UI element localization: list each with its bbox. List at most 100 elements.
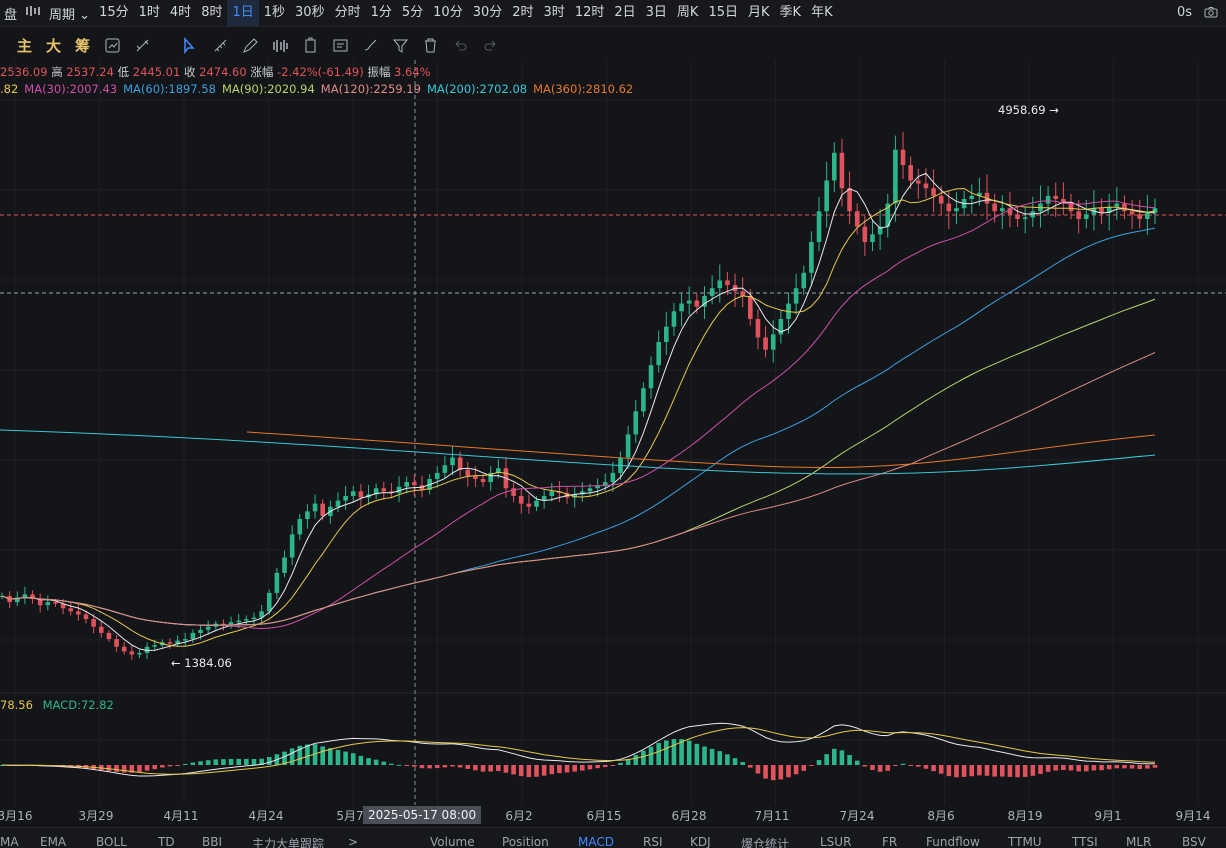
select-cursor-icon[interactable] xyxy=(177,32,203,58)
candle-body xyxy=(816,211,822,243)
macd-bar xyxy=(1114,765,1120,769)
price-chart[interactable] xyxy=(0,60,1226,805)
timeframe-16[interactable]: 3日 xyxy=(641,0,672,26)
timeframe-9[interactable]: 5分 xyxy=(397,0,428,26)
crosshair-time-label: 2025-05-17 08:00 xyxy=(363,806,482,824)
indicator-tab[interactable]: > xyxy=(348,835,358,848)
timeframe-1[interactable]: 1时 xyxy=(134,0,165,26)
macd-bar xyxy=(480,765,486,772)
candle-body xyxy=(152,645,158,647)
indicator-settings-icon[interactable] xyxy=(129,32,155,58)
indicator-tab[interactable]: BSV xyxy=(1182,835,1206,848)
main-indicator-button[interactable]: 主 xyxy=(10,35,39,56)
indicator-tab[interactable]: 主力大单跟踪 xyxy=(252,835,324,848)
timeframe-11[interactable]: 30分 xyxy=(468,0,508,26)
timeframe-15[interactable]: 2日 xyxy=(609,0,640,26)
candle-body xyxy=(312,503,318,512)
macd-bar xyxy=(770,765,776,781)
macd-bar xyxy=(473,765,478,771)
candle-body xyxy=(740,291,745,296)
ma-line-5 xyxy=(1,172,1156,652)
big-order-button[interactable]: 大 xyxy=(39,35,68,56)
timeframe-21[interactable]: 年K xyxy=(806,0,838,26)
measure-icon[interactable] xyxy=(297,32,323,58)
chips-button[interactable]: 筹 xyxy=(68,35,97,56)
candle-body xyxy=(1129,211,1135,215)
indicator-tab[interactable]: KDJ xyxy=(690,835,711,848)
timeframe-5[interactable]: 1秒 xyxy=(259,0,290,26)
undo-icon[interactable] xyxy=(447,32,473,58)
macd-bar xyxy=(893,765,898,766)
timeframe-8[interactable]: 1分 xyxy=(366,0,397,26)
macd-bar xyxy=(801,765,807,771)
pen-icon[interactable] xyxy=(237,32,263,58)
indicator-tab[interactable]: EMA xyxy=(40,835,66,848)
candle-body xyxy=(602,482,608,486)
candle-body xyxy=(641,388,646,412)
indicator-tab[interactable]: TTSI xyxy=(1072,835,1098,848)
indicator-tab[interactable]: BOLL xyxy=(96,835,127,848)
compare-icon[interactable] xyxy=(99,32,125,58)
indicator-tab[interactable]: Fundflow xyxy=(926,835,980,848)
brush-icon[interactable] xyxy=(357,32,383,58)
macd-bar xyxy=(465,765,471,769)
indicator-tab[interactable]: MACD xyxy=(578,835,614,848)
trash-icon[interactable] xyxy=(417,32,443,58)
candle-body xyxy=(824,180,829,212)
macd-bar xyxy=(809,765,814,766)
candle-body xyxy=(587,488,593,492)
macd-bar xyxy=(198,761,203,765)
timeframe-2[interactable]: 4时 xyxy=(165,0,196,26)
candle-body xyxy=(679,303,684,312)
indicator-tab[interactable]: BBI xyxy=(202,835,222,848)
ruler-icon[interactable] xyxy=(207,32,233,58)
indicator-tab[interactable]: 爆仓统计 xyxy=(741,835,789,848)
indicator-tab[interactable]: MA xyxy=(0,835,19,848)
macd-bar xyxy=(518,765,524,777)
candle-body xyxy=(770,334,776,350)
timeframe-0[interactable]: 15分 xyxy=(94,0,134,26)
x-tick-label: 6月15 xyxy=(586,809,622,823)
timeframe-17[interactable]: 周K xyxy=(672,0,704,26)
timeframe-18[interactable]: 15日 xyxy=(703,0,743,26)
x-tick-label: 3月29 xyxy=(78,809,114,823)
timeframe-20[interactable]: 季K xyxy=(775,0,807,26)
candle-style-icon[interactable] xyxy=(21,5,45,21)
candle-body xyxy=(656,342,661,366)
ma-line-10 xyxy=(1,187,1156,647)
timeframe-12[interactable]: 2时 xyxy=(507,0,538,26)
indicator-tab[interactable]: TD xyxy=(158,835,175,848)
timeframe-10[interactable]: 10分 xyxy=(428,0,468,26)
period-dropdown[interactable]: 周期 ⌄ xyxy=(45,4,94,23)
indicator-tab[interactable]: FR xyxy=(882,835,897,848)
camera-icon[interactable] xyxy=(1204,6,1218,18)
candle-body xyxy=(297,519,303,535)
macd-bar xyxy=(1099,765,1104,771)
macd-bar xyxy=(167,765,173,767)
indicator-tab[interactable]: LSUR xyxy=(820,835,851,848)
candle-body xyxy=(457,457,463,470)
filter-icon[interactable] xyxy=(387,32,413,58)
timeframe-13[interactable]: 3时 xyxy=(539,0,570,26)
amplitude-label: 振幅 xyxy=(367,65,391,79)
note-icon[interactable] xyxy=(327,32,353,58)
macd-bar xyxy=(717,751,723,765)
indicator-tab[interactable]: MLR xyxy=(1126,835,1151,848)
indicator-tab[interactable]: RSI xyxy=(643,835,663,848)
macd-bar xyxy=(648,746,654,765)
timeframe-6[interactable]: 30秒 xyxy=(290,0,330,26)
candle-body xyxy=(763,337,768,350)
timeframe-4[interactable]: 1日 xyxy=(227,0,259,26)
timeframe-19[interactable]: 月K xyxy=(743,0,775,26)
indicator-tab[interactable]: TTMU xyxy=(1008,835,1042,848)
high-annotation: 4958.69 → xyxy=(998,103,1059,117)
timeframe-7[interactable]: 分时 xyxy=(330,0,366,26)
indicator-tab[interactable]: Position xyxy=(502,835,549,848)
timeframe-14[interactable]: 12时 xyxy=(570,0,610,26)
indicator-tab[interactable]: Volume xyxy=(430,835,475,848)
pattern-icon[interactable] xyxy=(267,32,293,58)
timeframe-3[interactable]: 8时 xyxy=(196,0,227,26)
redo-icon[interactable] xyxy=(477,32,503,58)
macd-bar xyxy=(175,765,180,766)
ma-legend-item: MA(60):1897.58 xyxy=(123,82,216,96)
